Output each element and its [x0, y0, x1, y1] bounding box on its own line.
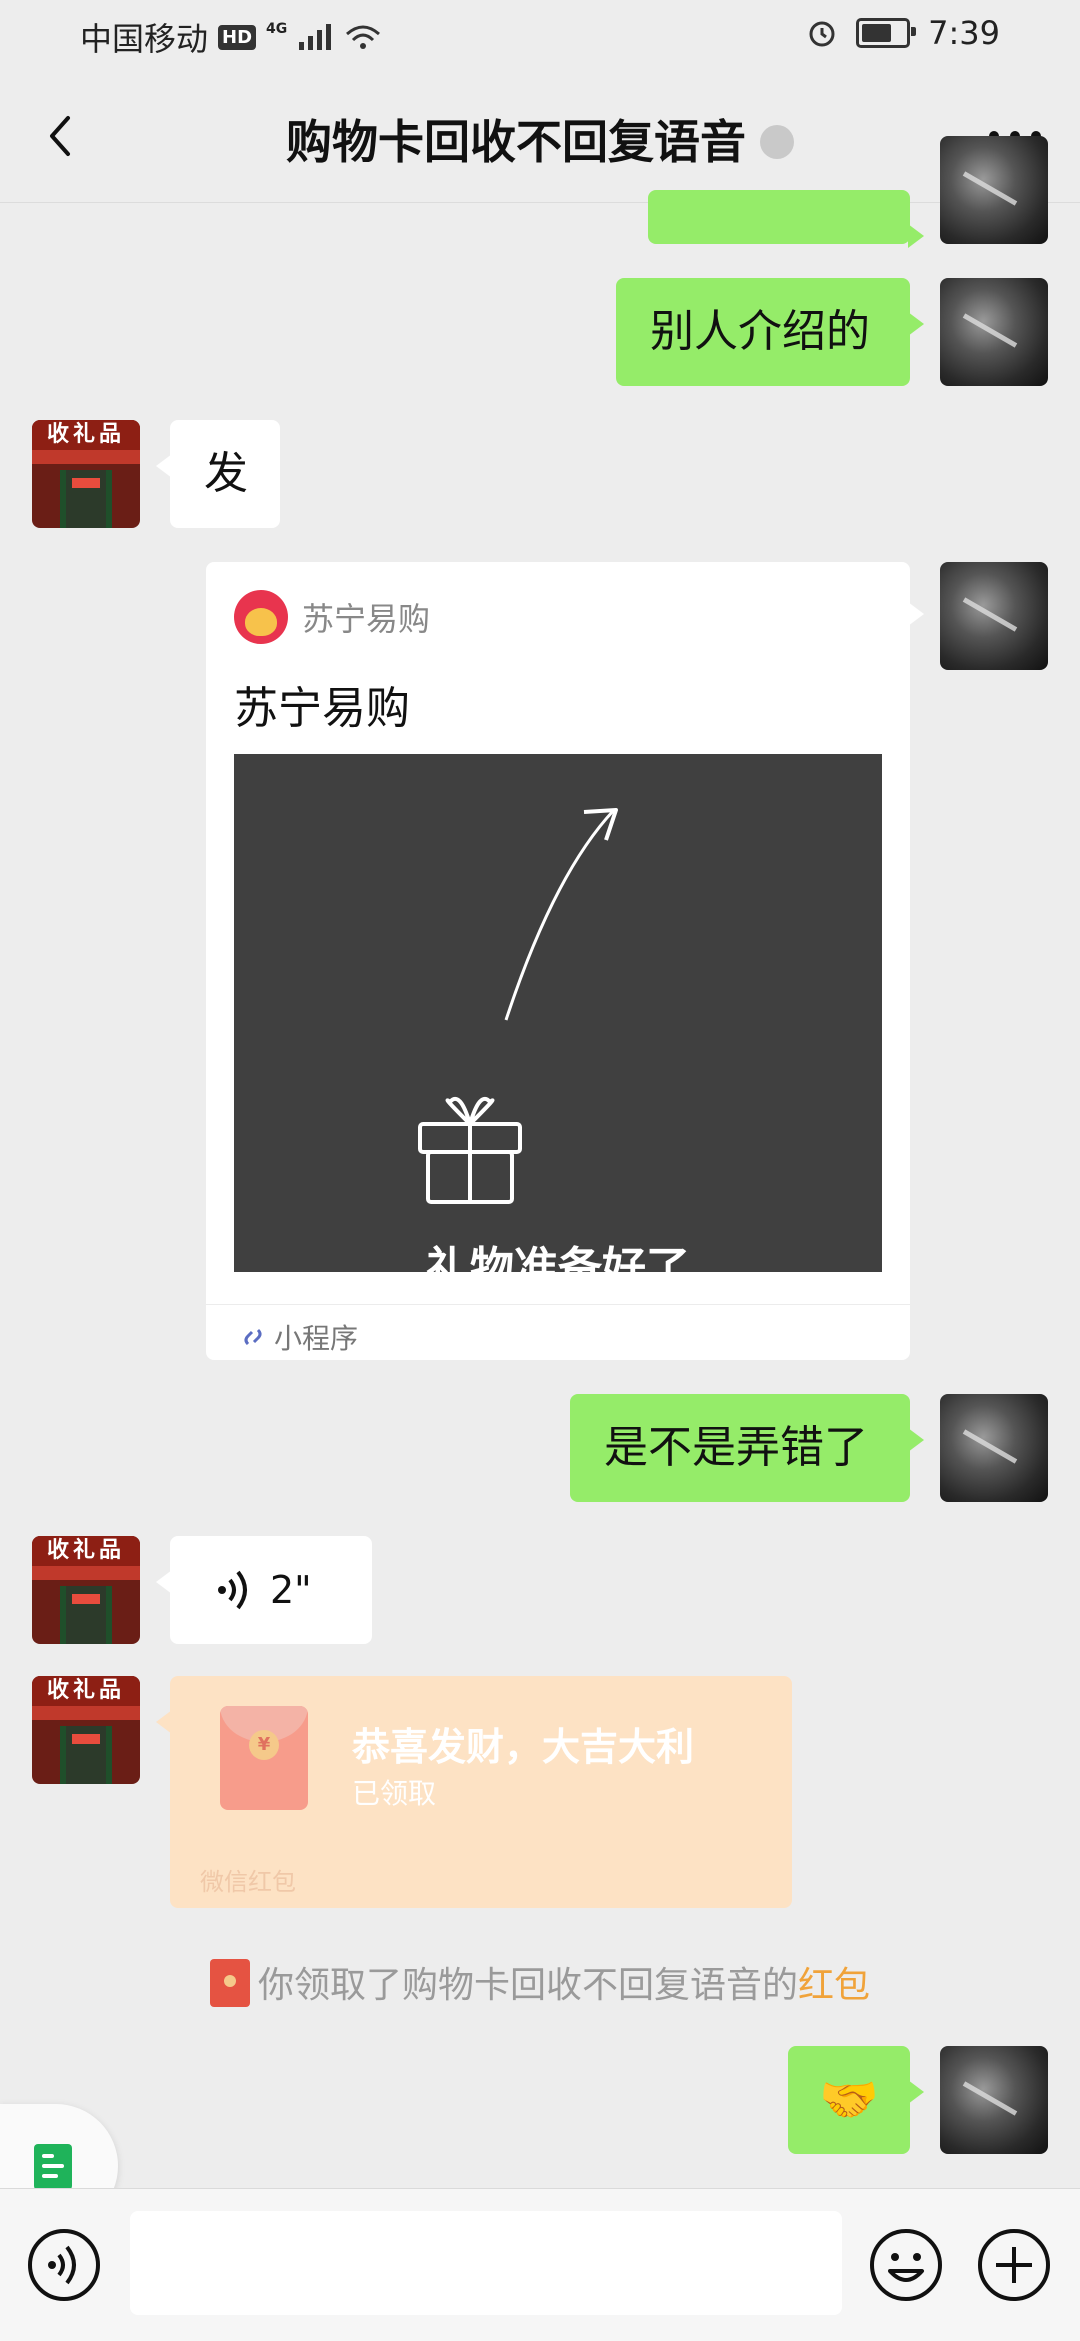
system-notice: 你领取了购物卡回收不回复语音的红包 [0, 1956, 1080, 2011]
voice-duration: 2" [270, 1568, 312, 1612]
input-bar [0, 2188, 1080, 2341]
message-text: 别人介绍的 [650, 306, 870, 357]
gift-icon [418, 1096, 522, 1204]
avatar-sign-text: 收礼品 [32, 420, 140, 450]
red-packet-status: 已领取 [352, 1777, 437, 1810]
red-packet-title: 恭喜发财，大吉大利 [352, 1725, 695, 1769]
document-icon [34, 2144, 72, 2190]
wifi-icon [346, 25, 381, 49]
link-icon [244, 1328, 262, 1346]
red-envelope-icon: ¥ [220, 1706, 308, 1810]
status-right: 7:39 [806, 14, 1000, 52]
network-label: 4G [266, 21, 288, 37]
mute-icon [760, 124, 794, 159]
message-bubble[interactable]: 发 [156, 420, 280, 528]
avatar-self[interactable] [940, 278, 1048, 386]
mini-program-footer: 小程序 [206, 1304, 910, 1361]
avatar-other[interactable]: 收礼品 [32, 1676, 140, 1784]
chat-title: 购物卡回收不回复语音 [0, 106, 1080, 172]
voice-wave-icon [218, 1570, 247, 1610]
red-packet-message[interactable]: ¥ 恭喜发财，大吉大利 已领取 微信红包 [156, 1676, 792, 1908]
avatar-self[interactable] [940, 562, 1048, 670]
mini-program-label: 小程序 [240, 1317, 358, 1357]
voice-input-icon[interactable] [26, 2227, 102, 2303]
status-bar: 中国移动 HD 4G 7:39 [0, 0, 1080, 72]
mini-program-source: 苏宁易购 [234, 590, 430, 644]
alarm-icon [809, 21, 835, 47]
clock: 7:39 [928, 14, 1000, 52]
avatar-sign-text: 收礼品 [32, 1536, 140, 1566]
avatar-self[interactable] [940, 2046, 1048, 2154]
mini-program-card[interactable]: 苏宁易购 苏宁易购 礼物准备好了 小程序 [206, 562, 924, 1361]
plus-icon[interactable] [976, 2227, 1052, 2303]
avatar-self[interactable] [940, 136, 1048, 244]
avatar-self[interactable] [940, 1394, 1048, 1502]
voice-message[interactable]: 2" [156, 1536, 372, 1644]
arrow-icon [418, 808, 618, 1204]
message-bubble[interactable]: 是不是弄错了 [570, 1394, 924, 1502]
red-packet-small-icon [209, 1959, 250, 2007]
signal-icon [299, 24, 332, 50]
red-packet-footer: 微信红包 [200, 1868, 296, 1896]
mini-program-image-text: 礼物准备好了 [426, 1243, 690, 1272]
message-bubble-partial[interactable] [648, 190, 924, 248]
avatar-other[interactable]: 收礼品 [32, 420, 140, 528]
notice-text: 你领取了购物卡回收不回复语音的 [257, 1965, 798, 2006]
message-text: 是不是弄错了 [604, 1422, 868, 1473]
chat-title-text: 购物卡回收不回复语音 [286, 115, 746, 169]
emoji-handshake: 🤝 [819, 2072, 879, 2128]
status-left: 中国移动 HD 4G [80, 14, 383, 60]
notice-red-packet-link[interactable]: 红包 [798, 1965, 870, 2006]
avatar-sign-text: 收礼品 [32, 1676, 140, 1706]
suning-logo-icon [234, 590, 288, 644]
emoji-icon[interactable] [868, 2227, 944, 2303]
mini-program-source-name: 苏宁易购 [302, 600, 431, 638]
mini-program-footer-text: 小程序 [274, 1322, 359, 1355]
hd-badge: HD [218, 24, 257, 50]
mini-program-image: 礼物准备好了 [234, 754, 882, 1272]
avatar-other[interactable]: 收礼品 [32, 1536, 140, 1644]
mini-program-title: 苏宁易购 [234, 683, 410, 734]
carrier-label: 中国移动 [80, 20, 209, 58]
message-bubble[interactable]: 🤝 [788, 2046, 924, 2154]
chat-header: 购物卡回收不回复语音 [0, 72, 1080, 203]
battery-icon [856, 18, 917, 48]
message-text: 发 [204, 448, 248, 499]
message-bubble[interactable]: 别人介绍的 [616, 278, 924, 386]
message-input[interactable] [130, 2211, 842, 2315]
